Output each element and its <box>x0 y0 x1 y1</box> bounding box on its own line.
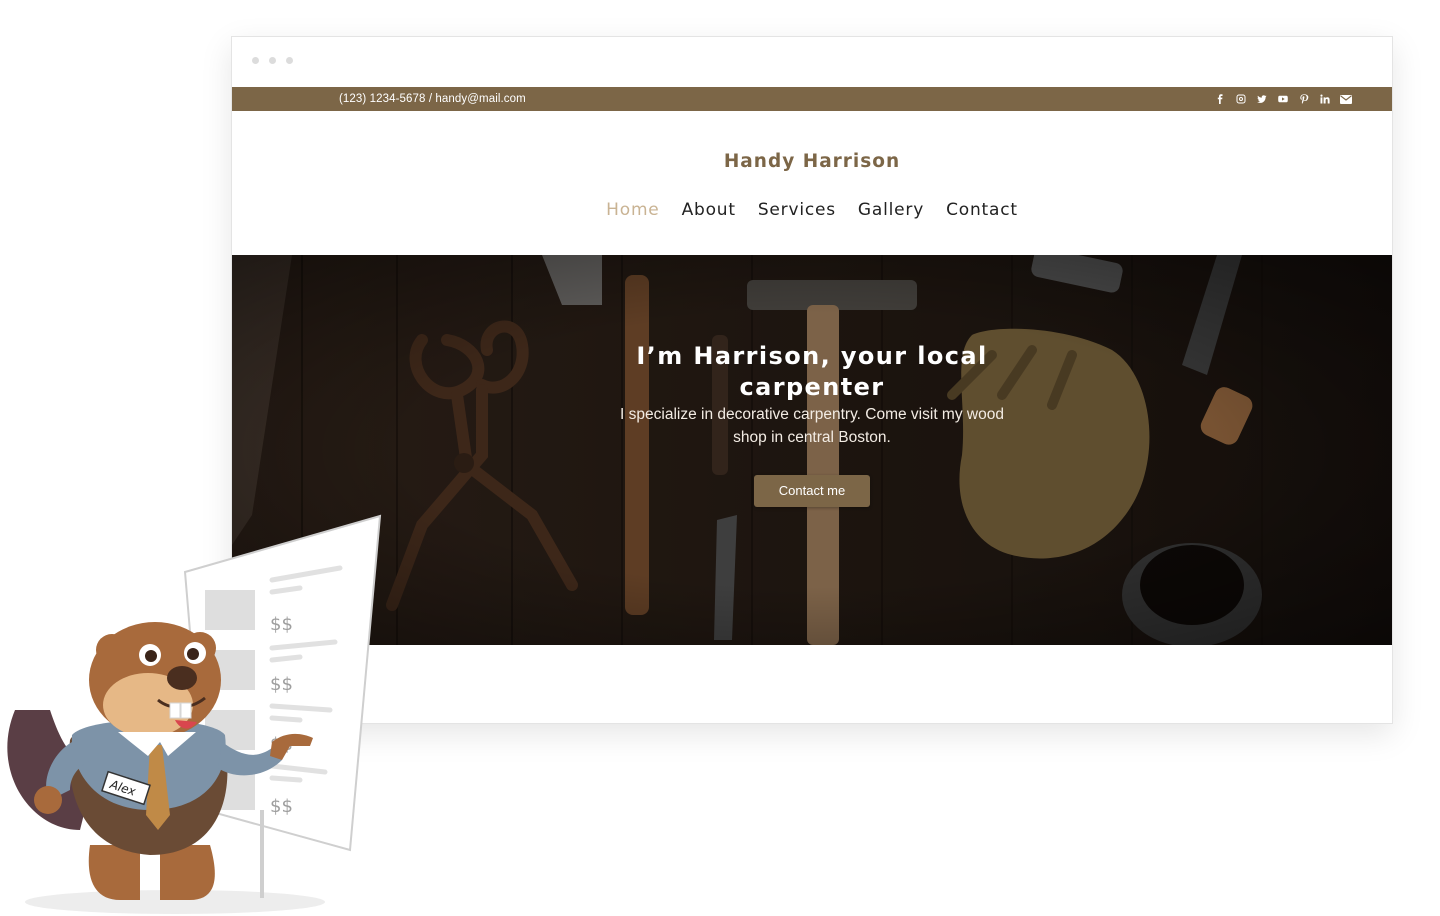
sheet-label: $$ <box>270 614 293 635</box>
social-links <box>1214 87 1352 111</box>
sheet-label: $$ <box>270 796 293 817</box>
window-dot[interactable] <box>286 57 293 64</box>
beaver-mascot-illustration: $$ $$ $$ $$ Alex <box>7 514 382 914</box>
sheet-label: $$ <box>270 674 293 695</box>
window-dot[interactable] <box>252 57 259 64</box>
hero-title: I’m Harrison, your local carpenter <box>636 342 988 401</box>
nav-item-gallery[interactable]: Gallery <box>858 200 924 220</box>
window-controls <box>252 57 293 64</box>
pinterest-icon[interactable] <box>1298 93 1310 105</box>
nav-item-services[interactable]: Services <box>758 200 836 220</box>
site-title[interactable]: Handy Harrison <box>232 151 1392 172</box>
hero-subtitle: I specialize in decorative carpentry. Co… <box>620 406 1004 446</box>
contact-info[interactable]: (123) 1234-5678 / handy@mail.com <box>339 87 526 111</box>
twitter-icon[interactable] <box>1256 93 1268 105</box>
main-nav: Home About Services Gallery Contact <box>232 200 1392 220</box>
nav-item-home[interactable]: Home <box>606 200 659 220</box>
mail-icon[interactable] <box>1340 93 1352 105</box>
linkedin-icon[interactable] <box>1319 93 1331 105</box>
instagram-icon[interactable] <box>1235 93 1247 105</box>
price-sheet-board <box>183 514 382 898</box>
facebook-icon[interactable] <box>1214 93 1226 105</box>
top-contact-bar: (123) 1234-5678 / handy@mail.com <box>232 87 1392 111</box>
nav-item-about[interactable]: About <box>682 200 736 220</box>
browser-window: (123) 1234-5678 / handy@mail.com Handy H… <box>231 36 1393 724</box>
window-dot[interactable] <box>269 57 276 64</box>
youtube-icon[interactable] <box>1277 93 1289 105</box>
hero-background-image <box>232 255 1392 645</box>
hero-banner: I’m Harrison, your local carpenter I spe… <box>232 255 1392 645</box>
contact-me-button[interactable]: Contact me <box>754 475 870 507</box>
nav-item-contact[interactable]: Contact <box>946 200 1018 220</box>
